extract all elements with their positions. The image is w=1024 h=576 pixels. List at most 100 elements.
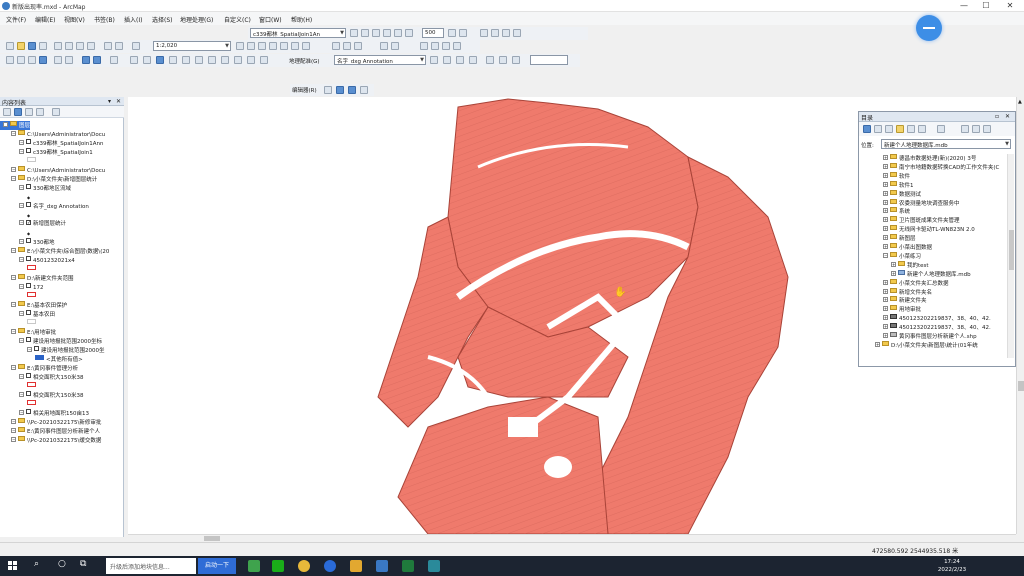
symbol-swatch-icon[interactable]: [27, 157, 36, 162]
new-doc-icon[interactable]: [6, 42, 14, 50]
expand-toggle-icon[interactable]: +: [883, 279, 888, 285]
menu-insert[interactable]: 插入(I): [124, 15, 142, 24]
pin-icon[interactable]: ▾: [108, 98, 111, 105]
toc-row[interactable]: − 330都地区流域: [0, 184, 120, 193]
measure-tool-icon[interactable]: [195, 56, 203, 64]
number-field[interactable]: 500: [422, 28, 444, 38]
layer-checkbox[interactable]: [26, 184, 31, 189]
layer-checkbox[interactable]: ✓: [26, 220, 31, 226]
identify-icon[interactable]: [350, 29, 358, 37]
layer-checkbox[interactable]: [34, 346, 39, 351]
list-by-visibility-icon[interactable]: [25, 108, 33, 116]
target-layer-dropdown[interactable]: 名字_dxg Annotation ▼: [334, 55, 426, 65]
delete-icon[interactable]: [87, 42, 95, 50]
layer-checkbox[interactable]: [26, 148, 31, 153]
toc-row[interactable]: ◆: [0, 229, 120, 238]
edit-tool-icon[interactable]: [324, 86, 332, 94]
toc-row[interactable]: [0, 157, 120, 166]
expand-toggle-icon[interactable]: −: [11, 419, 16, 424]
menu-selection[interactable]: 选择(S): [152, 15, 173, 24]
floating-assistant-icon[interactable]: [916, 15, 942, 41]
expand-toggle-icon[interactable]: −: [19, 239, 24, 244]
toc-close-button[interactable]: ✕: [116, 98, 121, 105]
zoom-in-icon[interactable]: [6, 56, 14, 64]
catalog-view-icon[interactable]: [937, 125, 945, 133]
open-folder-icon[interactable]: [17, 42, 25, 50]
catalog-row[interactable]: + 新建个人地理数据库.mdb: [891, 269, 1007, 278]
expand-toggle-icon[interactable]: −: [19, 140, 24, 145]
font-size-field[interactable]: [530, 55, 568, 65]
catalog-row[interactable]: + 软件1: [883, 180, 1007, 189]
expand-toggle-icon[interactable]: +: [883, 244, 888, 249]
expand-toggle-icon[interactable]: −: [3, 122, 8, 127]
excel-icon[interactable]: [402, 560, 414, 572]
expand-toggle-icon[interactable]: +: [883, 235, 888, 241]
layer-checkbox[interactable]: [26, 337, 31, 342]
expand-toggle-icon[interactable]: −: [11, 248, 16, 253]
copy-icon[interactable]: [65, 42, 73, 50]
fit-display-icon[interactable]: [469, 56, 477, 64]
grid-icon[interactable]: [448, 29, 456, 37]
tool-f-icon[interactable]: [420, 42, 428, 50]
toc-row[interactable]: − ✓ 新增图层统计: [0, 220, 120, 229]
expand-toggle-icon[interactable]: +: [891, 261, 896, 267]
toc-row[interactable]: − D:\小菜文件夹\新增图层统计: [0, 175, 120, 184]
app-icon[interactable]: [428, 560, 440, 572]
toc-row[interactable]: − E:\黄冈事件图层分析新建个人: [0, 427, 120, 436]
menu-bookmarks[interactable]: 书签(B): [94, 15, 115, 24]
expand-toggle-icon[interactable]: −: [19, 392, 24, 397]
route-icon[interactable]: [221, 56, 229, 64]
toc-row[interactable]: − c339都林_SpatialJoin1: [0, 148, 120, 157]
pan-icon[interactable]: [361, 29, 369, 37]
paste-icon[interactable]: [76, 42, 84, 50]
expand-toggle-icon[interactable]: +: [883, 181, 888, 187]
expand-toggle-icon[interactable]: +: [883, 163, 888, 169]
model-builder-icon[interactable]: [302, 42, 310, 50]
layer-checkbox[interactable]: [26, 139, 31, 144]
catalog-row[interactable]: + 小菜出图数据: [883, 243, 1007, 251]
toc-row[interactable]: − 相交面积大150米38: [0, 391, 120, 400]
symbol-swatch-icon[interactable]: [27, 382, 36, 387]
expand-toggle-icon[interactable]: −: [19, 410, 24, 415]
catalog-row[interactable]: + 系统: [883, 207, 1007, 215]
layout2-icon[interactable]: [491, 29, 499, 37]
layer-checkbox[interactable]: [26, 283, 31, 288]
search-icon[interactable]: ⌕: [34, 559, 39, 569]
select-element-icon[interactable]: [143, 56, 151, 64]
pencil-icon[interactable]: [394, 29, 402, 37]
catalog-row[interactable]: + 黄冈事件图层分析新建个人.shp: [883, 332, 1007, 340]
toc-row[interactable]: − 图层: [0, 121, 30, 130]
toc-row[interactable]: − 相交面积大150米38: [0, 373, 120, 382]
browser-icon[interactable]: [324, 560, 336, 572]
messenger-icon[interactable]: [272, 560, 284, 572]
toc-row[interactable]: − E:\基本农田保护: [0, 301, 120, 310]
point-symbol-icon[interactable]: ◆: [27, 195, 30, 200]
catalog-row[interactable]: + 无线网卡驱动TL-WN823N 2.0: [883, 225, 1007, 233]
toc-row[interactable]: − 相关用地面积150亩13: [0, 409, 120, 418]
expand-toggle-icon[interactable]: +: [883, 288, 888, 294]
catalog-forward-icon[interactable]: [874, 125, 882, 133]
fixed-zoom-out-icon[interactable]: [65, 56, 73, 64]
pencil-edit-icon[interactable]: [430, 56, 438, 64]
toc-row[interactable]: − E:\小菜文件夹\综合图层\数据\(20: [0, 247, 120, 256]
toc-row[interactable]: [0, 400, 120, 409]
task-view-icon[interactable]: ⧉: [80, 559, 86, 569]
toc-row[interactable]: − E:\用地审批: [0, 328, 120, 337]
expand-toggle-icon[interactable]: +: [883, 324, 888, 330]
layer-checkbox[interactable]: [26, 256, 31, 261]
expand-toggle-icon[interactable]: −: [19, 203, 24, 208]
python-icon[interactable]: [291, 42, 299, 50]
toc-row[interactable]: ◆: [0, 211, 120, 220]
pan-hand-icon[interactable]: [28, 56, 36, 64]
toc-icon[interactable]: [247, 42, 255, 50]
close-button[interactable]: ✕: [1002, 0, 1018, 12]
snap-icon[interactable]: [405, 29, 413, 37]
menu-window[interactable]: 窗口(W): [259, 15, 282, 24]
toc-row[interactable]: − 4501232021x4: [0, 256, 120, 265]
expand-toggle-icon[interactable]: −: [19, 338, 24, 343]
menu-geoprocessing[interactable]: 地理处理(G): [180, 15, 213, 24]
expand-toggle-icon[interactable]: +: [883, 172, 888, 178]
catalog-row[interactable]: + 我的test: [891, 260, 1007, 269]
menu-edit[interactable]: 编辑(E): [35, 15, 55, 24]
taskbar-search-box[interactable]: 升级后添加地块信息...: [106, 558, 196, 574]
